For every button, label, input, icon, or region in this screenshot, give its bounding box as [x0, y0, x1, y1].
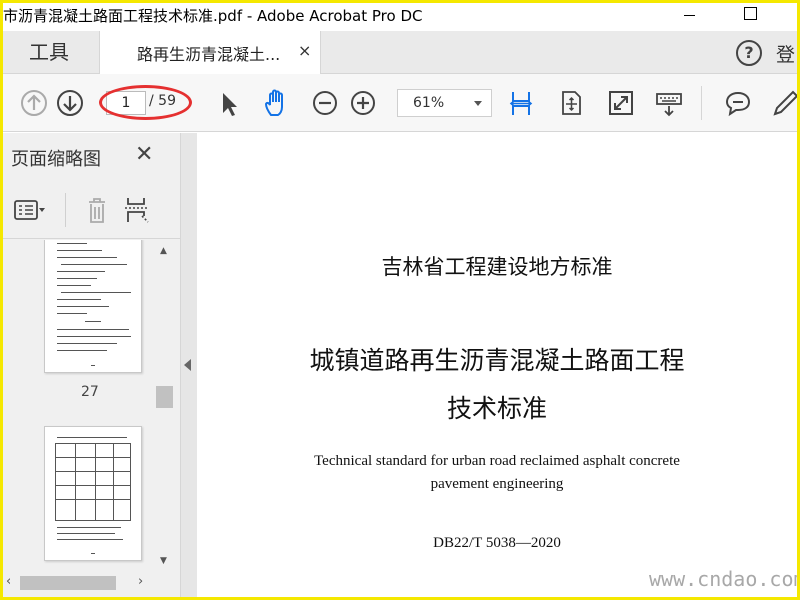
maximize-button[interactable]	[730, 3, 770, 29]
page-number-input[interactable]: 1	[106, 91, 146, 115]
panel-toolbar	[3, 183, 181, 239]
help-icon[interactable]: ?	[736, 40, 762, 66]
tab-document[interactable]: 路再生沥青混凝土... ×	[99, 31, 321, 75]
doc-standard-code: DB22/T 5038—2020	[433, 535, 561, 551]
page-thumbnail[interactable]	[44, 426, 142, 561]
trash-icon[interactable]	[80, 195, 114, 225]
page-thumbnails-panel: 页面缩略图 ✕ 27 ▲ ▼ ‹ ›	[3, 133, 181, 597]
title-bar: 市沥青混凝土路面工程技术标准.pdf - Adobe Acrobat Pro D…	[3, 3, 797, 31]
zoom-out-icon[interactable]	[310, 88, 340, 118]
tab-bar: 工具 路再生沥青混凝土... × ? 登	[3, 31, 797, 75]
pen-icon[interactable]	[771, 88, 800, 118]
thumbnail-options-icon[interactable]	[13, 195, 47, 225]
thumbnail-table	[55, 443, 131, 521]
panel-toolbar-divider	[65, 193, 66, 227]
page-total: / 59	[149, 93, 176, 109]
fit-page-icon[interactable]	[556, 88, 586, 118]
tab-close-icon[interactable]: ×	[298, 41, 311, 60]
insert-page-icon[interactable]	[121, 195, 155, 225]
zoom-select[interactable]: 61%	[397, 89, 492, 117]
tab-tools[interactable]: 工具	[3, 31, 95, 74]
thumbnail-scrollbar[interactable]: ▲ ▼	[156, 240, 173, 572]
comment-icon[interactable]	[723, 88, 753, 118]
fit-width-icon[interactable]	[506, 88, 536, 118]
zoom-in-icon[interactable]	[348, 88, 378, 118]
thumbnail-page-number: 27	[81, 384, 99, 400]
collapse-arrow-icon[interactable]	[184, 359, 191, 371]
doc-issuer: 吉林省工程建设地方标准	[381, 255, 613, 279]
doc-title: 城镇道路再生沥青混凝土路面工程	[309, 346, 685, 375]
horizontal-scrollbar-thumb[interactable]	[20, 576, 116, 590]
keyboard-icon[interactable]	[654, 88, 684, 118]
scroll-right-icon[interactable]: ›	[138, 574, 143, 589]
main-toolbar: 1 / 59 61%	[3, 74, 800, 132]
watermark: www.cndao.com	[649, 567, 800, 591]
horizontal-scrollbar[interactable]: ‹ ›	[3, 572, 173, 594]
doc-title-line2: 技术标准	[446, 394, 547, 423]
panel-title: 页面缩略图	[11, 149, 101, 170]
minimize-button[interactable]	[670, 3, 710, 29]
prev-page-icon[interactable]	[19, 88, 49, 118]
hand-icon[interactable]	[261, 88, 291, 118]
login-button[interactable]: 登	[776, 40, 795, 67]
doc-english-title-line2: pavement engineering	[430, 476, 564, 492]
scroll-down-icon[interactable]: ▼	[160, 556, 167, 566]
window-title: 市沥青混凝土路面工程技术标准.pdf - Adobe Acrobat Pro D…	[3, 7, 423, 25]
zoom-value: 61%	[413, 95, 445, 111]
document-page: 吉林省工程建设地方标准 城镇道路再生沥青混凝土路面工程 技术标准 Technic…	[197, 133, 800, 597]
full-screen-icon[interactable]	[606, 88, 636, 118]
tab-document-label: 路再生沥青混凝土...	[137, 45, 281, 64]
select-pointer-icon[interactable]	[214, 88, 244, 118]
scrollbar-thumb[interactable]	[156, 386, 173, 408]
panel-collapse-handle[interactable]	[181, 133, 197, 597]
scroll-left-icon[interactable]: ‹	[6, 574, 11, 589]
next-page-icon[interactable]	[55, 88, 85, 118]
scroll-up-icon[interactable]: ▲	[160, 246, 167, 256]
toolbar-divider	[701, 86, 702, 120]
chevron-down-icon	[474, 101, 482, 106]
thumbnail-list: 27	[3, 240, 163, 572]
page-thumbnail[interactable]	[44, 240, 142, 373]
close-icon[interactable]: ✕	[135, 142, 153, 167]
doc-english-title: Technical standard for urban road reclai…	[314, 453, 680, 469]
